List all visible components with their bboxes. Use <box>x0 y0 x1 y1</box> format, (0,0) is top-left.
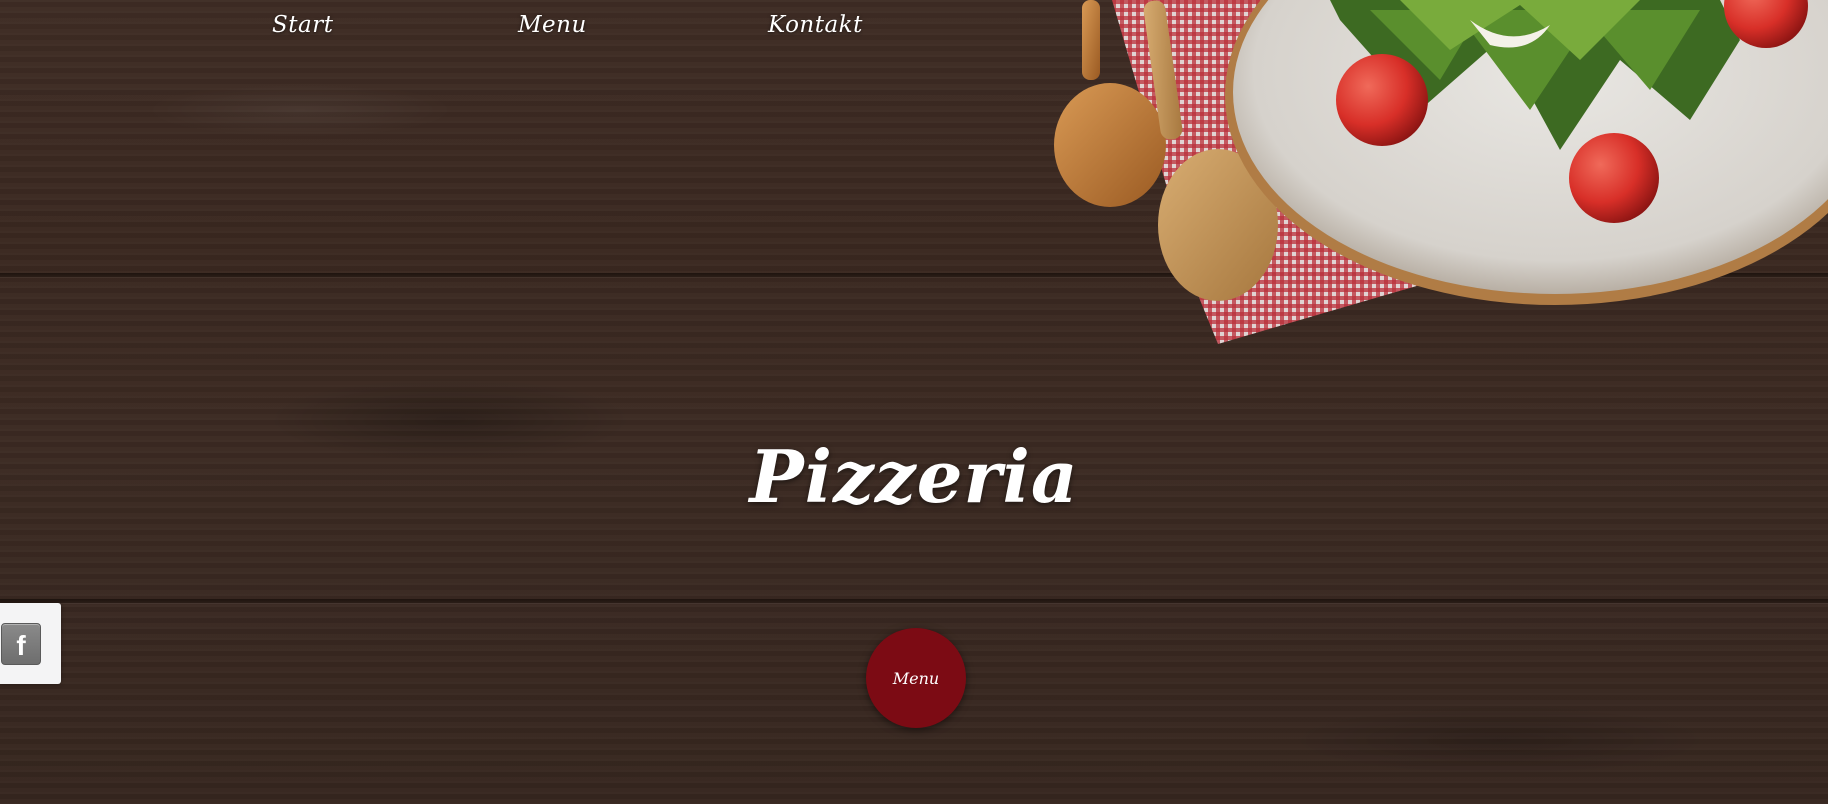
nav-item-start[interactable]: Start <box>272 12 333 38</box>
social-sidebar: f <box>0 603 61 684</box>
salad-plate-image <box>1054 0 1828 344</box>
plank-divider <box>0 599 1828 603</box>
hero-background: Start Menu Kontakt Pizzeria Menu f <box>0 0 1828 804</box>
nav-item-kontakt[interactable]: Kontakt <box>768 12 863 38</box>
nav-item-menu[interactable]: Menu <box>518 12 587 38</box>
facebook-icon: f <box>16 630 26 661</box>
menu-button[interactable]: Menu <box>866 628 966 728</box>
page-title: Pizzeria <box>749 434 1079 520</box>
facebook-button[interactable]: f <box>1 623 41 665</box>
